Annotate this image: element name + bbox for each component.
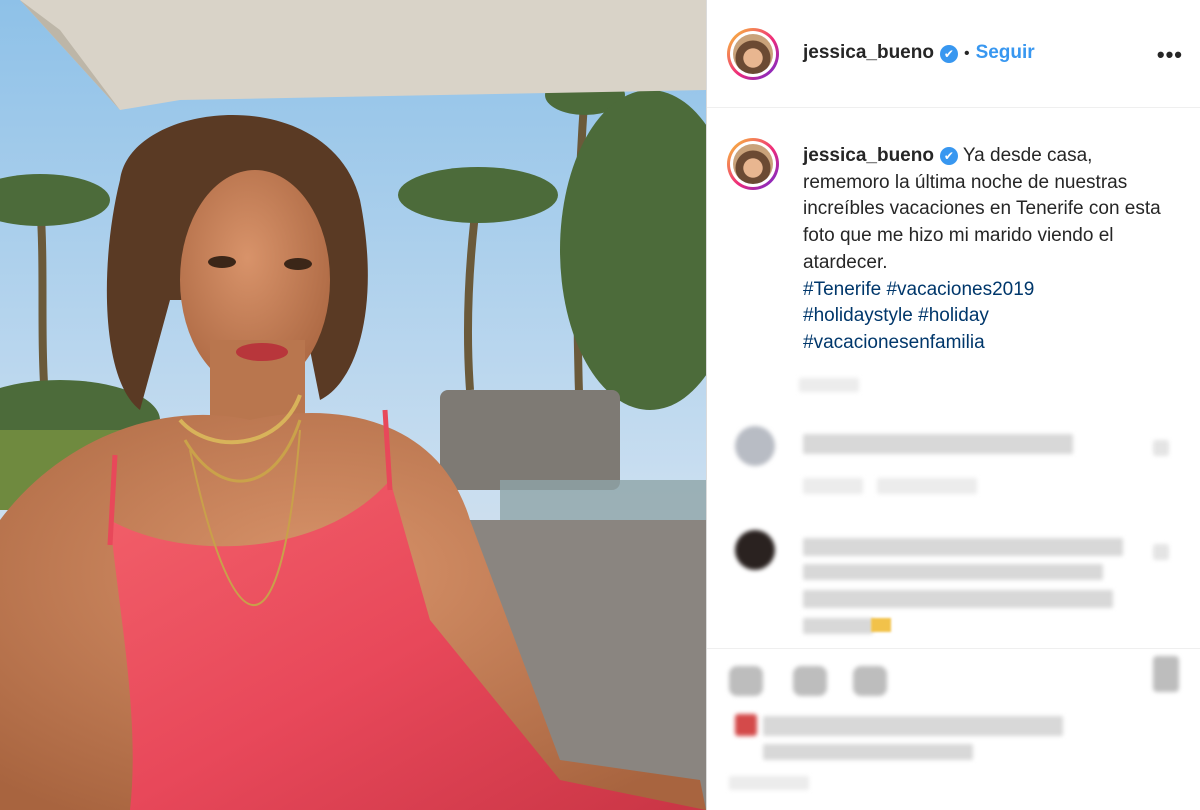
hashtag[interactable]: #Tenerife — [803, 279, 881, 300]
share-icon[interactable] — [853, 666, 887, 696]
verified-icon: ✔ — [939, 44, 958, 63]
more-options-icon[interactable]: ••• — [1157, 42, 1183, 68]
like-icon[interactable] — [729, 666, 763, 696]
comment-reply-blurred — [877, 478, 977, 494]
post-photo[interactable] — [0, 0, 706, 810]
follow-button[interactable]: Seguir — [976, 42, 1035, 63]
hashtag[interactable]: #holidaystyle — [803, 305, 913, 326]
comment-text-blurred — [803, 564, 1103, 580]
author-line: jessica_bueno ✔ • Seguir — [803, 42, 1035, 64]
comment-icon[interactable] — [793, 666, 827, 696]
post-sidebar: jessica_bueno ✔ • Seguir ••• jessica_bueno ✔… — [706, 0, 1200, 810]
liker-avatar[interactable] — [735, 714, 757, 736]
comment-text-blurred — [803, 434, 1073, 454]
hashtag[interactable]: #holiday — [918, 305, 989, 326]
comment-avatar[interactable] — [735, 426, 775, 466]
comment-like-icon[interactable] — [1153, 440, 1169, 456]
post-caption: jessica_bueno ✔ Ya desde casa, rememoro l… — [803, 143, 1183, 357]
separator-dot: • — [963, 45, 970, 62]
comment-avatar[interactable] — [735, 530, 775, 570]
post-date-blurred — [729, 776, 809, 790]
caption-username[interactable]: jessica_bueno — [803, 145, 934, 166]
post-header: jessica_bueno ✔ • Seguir ••• — [707, 4, 1200, 108]
hashtag[interactable]: #vacaciones2019 — [886, 279, 1034, 300]
caption-avatar[interactable] — [727, 138, 779, 190]
comment-text-blurred — [803, 590, 1113, 608]
caption-timestamp-blurred — [799, 378, 859, 392]
hashtag[interactable]: #vacacionesenfamilia — [803, 332, 985, 353]
post-image — [0, 0, 706, 810]
actions-divider — [707, 648, 1200, 649]
save-icon[interactable] — [1153, 656, 1179, 692]
comment-text-blurred — [803, 618, 873, 634]
comment-meta-blurred — [803, 478, 863, 494]
comment-text-blurred — [803, 538, 1123, 556]
comment-like-icon[interactable] — [1153, 544, 1169, 560]
likes-text-blurred — [763, 716, 1063, 736]
likes-text-blurred — [763, 744, 973, 760]
emoji-blurred — [871, 618, 891, 632]
caption-verified-icon: ✔ — [939, 146, 958, 165]
author-avatar[interactable] — [727, 28, 779, 80]
author-username[interactable]: jessica_bueno — [803, 42, 934, 63]
